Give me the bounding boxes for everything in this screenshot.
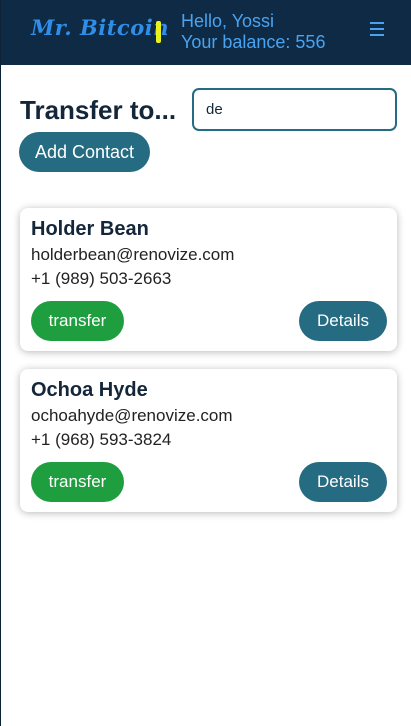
contact-card: Holder Bean holderbean@renovize.com +1 (… bbox=[20, 208, 397, 351]
menu-icon-line bbox=[370, 22, 384, 24]
menu-icon-line bbox=[370, 34, 384, 36]
contact-name: Holder Bean bbox=[31, 218, 149, 240]
app-header: Mr. Bitcoin Hello, Yossi Your balance: 5… bbox=[1, 0, 411, 65]
transfer-button[interactable]: transfer bbox=[31, 462, 124, 502]
contact-search-input[interactable] bbox=[192, 88, 397, 131]
contact-email: ochoahyde@renovize.com bbox=[31, 406, 233, 425]
app-frame: Mr. Bitcoin Hello, Yossi Your balance: 5… bbox=[0, 0, 411, 726]
contact-name: Ochoa Hyde bbox=[31, 379, 148, 401]
hamburger-menu-icon[interactable] bbox=[370, 22, 386, 42]
logo-accent-bar bbox=[156, 21, 161, 43]
details-button[interactable]: Details bbox=[299, 462, 387, 502]
contact-card: Ochoa Hyde ochoahyde@renovize.com +1 (96… bbox=[20, 369, 397, 512]
contact-email: holderbean@renovize.com bbox=[31, 245, 235, 264]
contact-phone: +1 (968) 593-3824 bbox=[31, 430, 172, 449]
details-button[interactable]: Details bbox=[299, 301, 387, 341]
contact-phone: +1 (989) 503-2663 bbox=[31, 269, 172, 288]
greeting-text: Hello, Yossi bbox=[181, 11, 275, 31]
user-greeting: Hello, Yossi Your balance: 556 bbox=[181, 11, 325, 53]
page-title: Transfer to... bbox=[20, 95, 177, 125]
transfer-button[interactable]: transfer bbox=[31, 301, 124, 341]
add-contact-button[interactable]: Add Contact bbox=[19, 132, 150, 172]
menu-icon-line bbox=[370, 28, 384, 30]
app-logo[interactable]: Mr. Bitcoin bbox=[31, 15, 169, 40]
balance-text: Your balance: 556 bbox=[181, 32, 326, 52]
